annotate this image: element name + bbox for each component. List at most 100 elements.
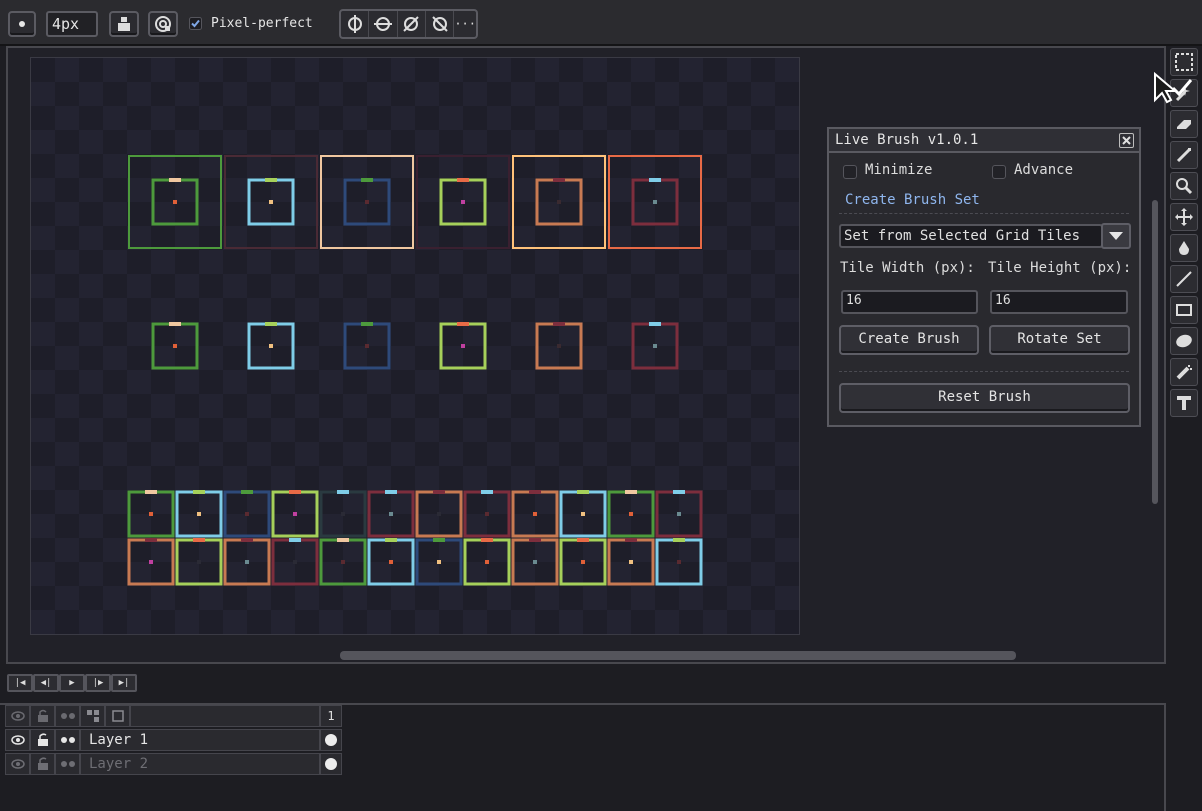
create-brush-set-tab[interactable]: Create Brush Set	[845, 192, 980, 208]
tile-center-dot	[293, 560, 297, 564]
tile-edge-marker	[361, 322, 373, 326]
rectangle-tool[interactable]	[1170, 296, 1198, 324]
paint-bucket-tool[interactable]	[1170, 234, 1198, 262]
eraser-icon	[1177, 120, 1191, 129]
layer-lock-toggle[interactable]	[30, 753, 55, 775]
next-frame-button[interactable]: |▶	[85, 674, 111, 692]
layer-name[interactable]: Layer 2	[80, 753, 320, 775]
tile-edge-marker	[241, 538, 253, 542]
source-select[interactable]: Set from Selected Grid Tiles	[839, 224, 1103, 248]
source-dropdown-button[interactable]	[1101, 223, 1131, 249]
lock-header[interactable]	[30, 705, 55, 727]
layer-cel[interactable]	[320, 729, 342, 751]
cel-dot-icon	[325, 734, 337, 746]
tile-center-dot	[173, 344, 177, 348]
tile-edge-marker	[457, 178, 469, 182]
unlock-icon	[37, 733, 48, 746]
continuous-icon	[60, 761, 75, 767]
tile-center-dot	[557, 200, 561, 204]
advance-checkbox[interactable]	[992, 165, 1006, 183]
layer-visibility-toggle[interactable]	[5, 753, 30, 775]
symmetry-antidiagonal-icon	[431, 16, 448, 32]
layer-lock-toggle[interactable]	[30, 729, 55, 751]
new-group-icon	[111, 710, 124, 722]
tile-height-field[interactable]: 16	[990, 290, 1128, 314]
layer-visibility-toggle[interactable]	[5, 729, 30, 751]
continuous-header[interactable]	[55, 705, 80, 727]
tile-center-dot	[533, 512, 537, 516]
unlock-icon	[37, 757, 48, 770]
previous-frame-button[interactable]: ◀|	[33, 674, 59, 692]
eraser-tool[interactable]	[1170, 110, 1198, 138]
play-button[interactable]: ▶	[59, 674, 85, 692]
more-options-button[interactable]: ···	[454, 11, 476, 37]
paint-bucket-icon	[1179, 241, 1189, 255]
spray-icon	[1176, 365, 1192, 380]
tile-center-dot	[269, 200, 273, 204]
sprite-canvas[interactable]	[30, 57, 800, 635]
ellipse-tool[interactable]	[1170, 327, 1198, 355]
pressure-button[interactable]	[148, 11, 178, 37]
layer-continuous-toggle[interactable]	[55, 729, 80, 751]
layer-row[interactable]: Layer 2	[5, 753, 342, 775]
pixel-perfect-checkbox[interactable]	[189, 17, 202, 30]
tile-edge-marker	[193, 490, 205, 494]
dialog-titlebar[interactable]: Live Brush v1.0.1	[829, 129, 1139, 153]
tile-edge-marker	[169, 322, 181, 326]
tile-center-dot	[581, 560, 585, 564]
tile-center-dot	[149, 560, 153, 564]
last-frame-icon: ▶|	[118, 678, 130, 688]
symmetry-diagonal-button[interactable]	[398, 11, 426, 37]
horizontal-scrollbar[interactable]	[340, 651, 1016, 660]
layer-continuous-toggle[interactable]	[55, 753, 80, 775]
frame-header[interactable]: 1	[320, 705, 342, 727]
symmetry-horizontal-button[interactable]	[369, 11, 398, 37]
eye-icon	[10, 735, 25, 745]
symmetry-antidiagonal-button[interactable]	[426, 11, 455, 37]
tile-edge-marker	[289, 538, 301, 542]
minimize-checkbox[interactable]	[843, 165, 857, 183]
layer-row[interactable]: Layer 1	[5, 729, 342, 751]
tile-edge-marker	[529, 538, 541, 542]
line-tool[interactable]	[1170, 265, 1198, 293]
layer-cel[interactable]	[320, 753, 342, 775]
tile-center-dot	[197, 560, 201, 564]
dialog-close-button[interactable]	[1119, 133, 1134, 148]
play-icon: ▶	[69, 678, 75, 688]
checkbox-icon	[189, 17, 202, 30]
tile-center-dot	[461, 200, 465, 204]
link-icon	[86, 710, 99, 722]
move-tool[interactable]	[1170, 203, 1198, 231]
tile-center-dot	[437, 512, 441, 516]
checkbox-icon	[992, 165, 1006, 179]
symmetry-vertical-button[interactable]	[341, 11, 370, 37]
more-icon: ···	[454, 17, 476, 31]
tile-edge-marker	[625, 490, 637, 494]
create-brush-button[interactable]: Create Brush	[839, 325, 979, 355]
new-group-header[interactable]	[105, 705, 130, 727]
rotate-set-button[interactable]: Rotate Set	[989, 325, 1130, 355]
tile-edge-marker	[529, 490, 541, 494]
vertical-scrollbar[interactable]	[1152, 200, 1158, 504]
brush-size-field[interactable]: 4px	[46, 11, 98, 37]
tile-edge-marker	[337, 538, 349, 542]
spray-tool[interactable]	[1170, 358, 1198, 386]
reset-brush-button[interactable]: Reset Brush	[839, 383, 1130, 413]
tile-center-dot	[533, 560, 537, 564]
pencil-tool[interactable]	[1170, 141, 1198, 169]
link-header[interactable]	[80, 705, 105, 727]
last-frame-button[interactable]: ▶|	[111, 674, 137, 692]
tile-edge-marker	[265, 178, 277, 182]
live-brush-dialog: Live Brush v1.0.1 Minimize Advance Creat…	[827, 127, 1141, 427]
visibility-header[interactable]	[5, 705, 30, 727]
brush-type-button[interactable]	[8, 11, 36, 37]
symmetry-group: ···	[339, 9, 478, 39]
layer-name[interactable]: Layer 1	[80, 729, 320, 751]
first-frame-button[interactable]: |◀	[7, 674, 33, 692]
tile-center-dot	[365, 344, 369, 348]
continuous-icon	[60, 713, 75, 719]
tile-width-field[interactable]: 16	[841, 290, 978, 314]
text-tool[interactable]	[1170, 389, 1198, 417]
ink-button[interactable]	[109, 11, 139, 37]
zoom-tool[interactable]	[1170, 172, 1198, 200]
